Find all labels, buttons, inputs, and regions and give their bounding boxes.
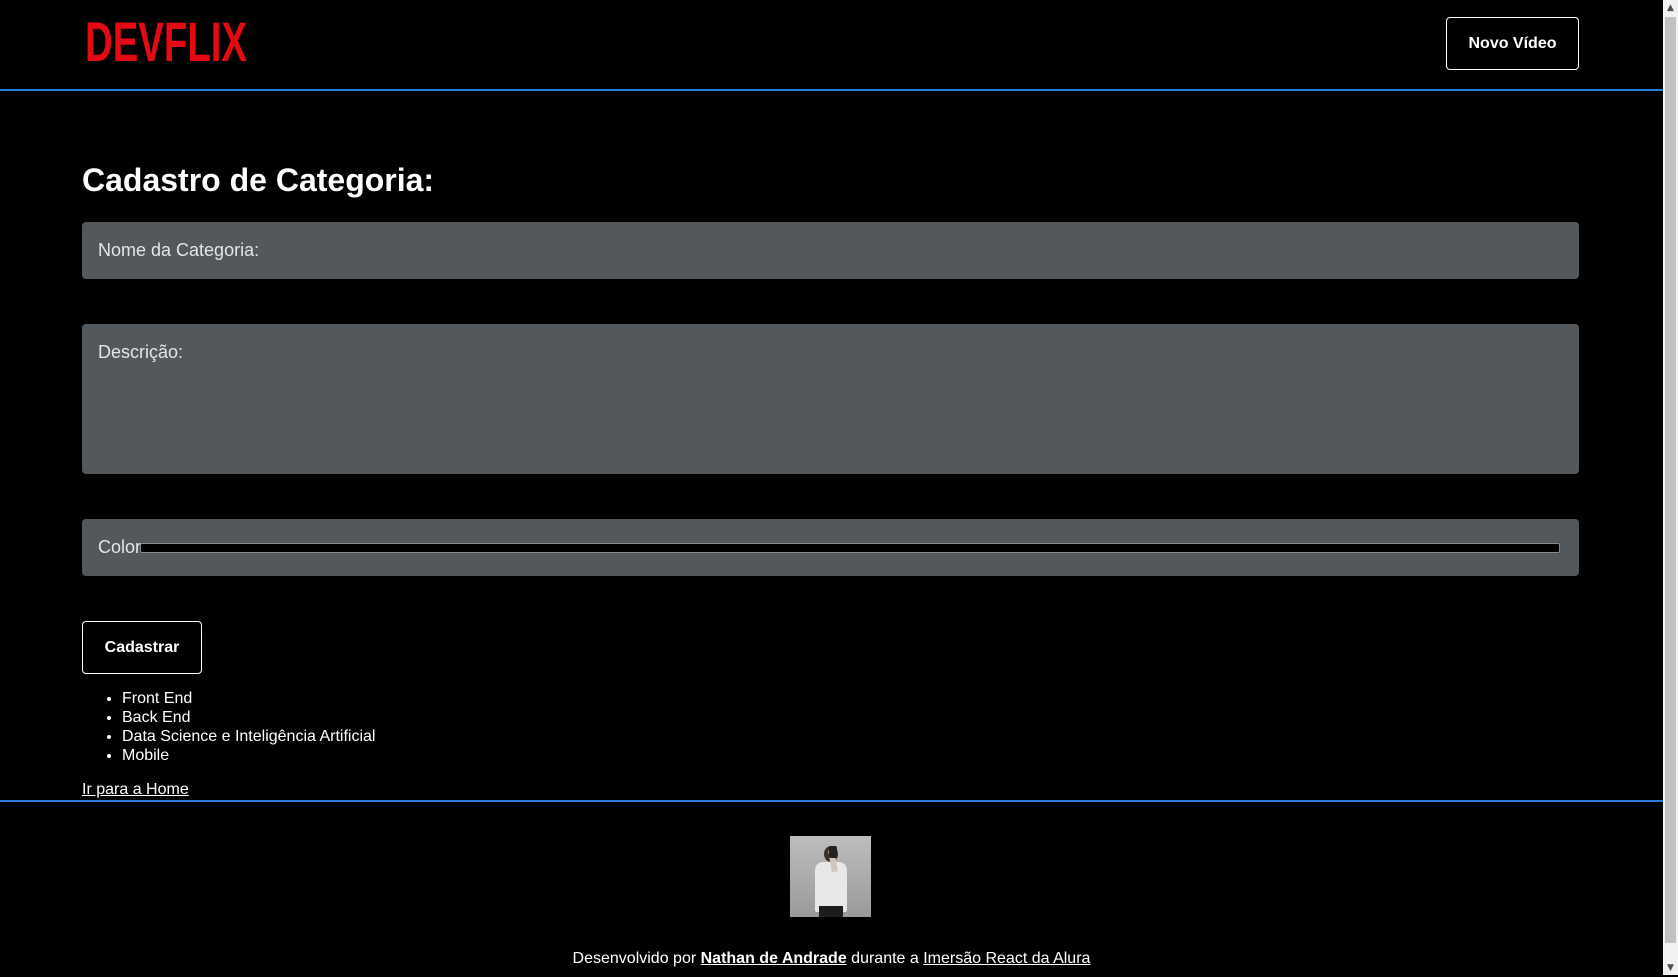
site-footer: Desenvolvido por Nathan de Andrade duran… bbox=[0, 800, 1663, 977]
footer-credits: Desenvolvido por Nathan de Andrade duran… bbox=[0, 950, 1663, 968]
category-item: Data Science e Inteligência Artificial bbox=[122, 727, 375, 746]
scrollbar-thumb[interactable] bbox=[1665, 17, 1676, 943]
scroll-down-arrow-icon[interactable]: ▼ bbox=[1663, 960, 1678, 975]
site-header: DEVFLIX Novo Vídeo bbox=[0, 0, 1663, 91]
vertical-scrollbar[interactable]: ▲ ▼ bbox=[1663, 0, 1678, 975]
category-item: Front End bbox=[122, 689, 375, 708]
new-video-button[interactable]: Novo Vídeo bbox=[1446, 17, 1579, 70]
devflix-logo[interactable]: DEVFLIX bbox=[85, 13, 247, 67]
author-link[interactable]: Nathan de Andrade bbox=[701, 950, 847, 967]
scroll-up-arrow-icon[interactable]: ▲ bbox=[1663, 0, 1678, 15]
page: DEVFLIX Novo Vídeo Cadastro de Categoria… bbox=[0, 0, 1663, 975]
color-field: Color: bbox=[82, 519, 1579, 576]
course-link[interactable]: Imersão React da Alura bbox=[923, 950, 1090, 967]
color-picker-input[interactable] bbox=[140, 543, 1560, 553]
category-item: Back End bbox=[122, 708, 375, 727]
color-label: Color: bbox=[98, 537, 147, 557]
description-field[interactable]: Descrição: bbox=[82, 324, 1579, 474]
category-item: Mobile bbox=[122, 746, 375, 765]
credits-middle: durante a bbox=[851, 950, 919, 967]
logo-text: DEVFLIX bbox=[85, 13, 247, 67]
home-link[interactable]: Ir para a Home bbox=[82, 781, 189, 799]
category-name-field[interactable]: Nome da Categoria: bbox=[82, 222, 1579, 279]
credits-prefix: Desenvolvido por bbox=[572, 950, 697, 967]
category-list: Front End Back End Data Science e Inteli… bbox=[82, 689, 375, 765]
page-title: Cadastro de Categoria: bbox=[82, 162, 435, 198]
submit-button[interactable]: Cadastrar bbox=[82, 621, 202, 674]
author-avatar bbox=[790, 836, 871, 917]
description-label: Descrição: bbox=[98, 342, 184, 362]
category-name-label: Nome da Categoria: bbox=[98, 240, 260, 260]
